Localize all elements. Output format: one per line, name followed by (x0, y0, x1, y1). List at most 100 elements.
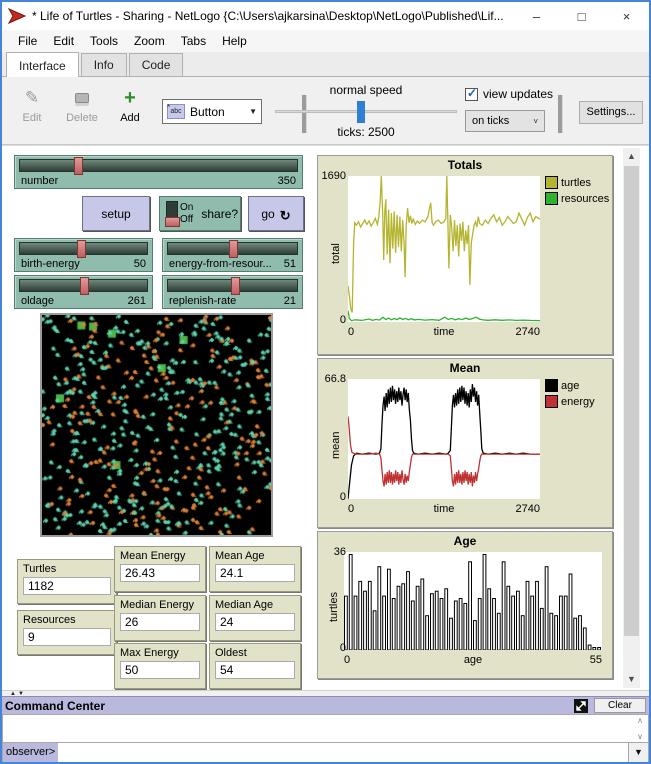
monitor-median-energy: Median Energy 26 (114, 595, 206, 641)
scrollbar-thumb[interactable] (624, 166, 639, 636)
legend-swatch (545, 192, 558, 205)
legend-swatch (545, 176, 558, 189)
output-scrollbar[interactable]: ∧ ∨ (633, 715, 647, 742)
slider-label: number (21, 175, 58, 187)
monitor-oldest: Oldest 54 (209, 643, 301, 689)
slider-label: replenish-rate (169, 295, 236, 307)
splitter-arrows-icon[interactable]: ▲▼ (10, 691, 26, 697)
go-button[interactable]: go ↻ (248, 196, 304, 231)
menu-zoom[interactable]: Zoom (126, 32, 173, 50)
slider-handle[interactable] (74, 157, 83, 175)
scroll-up-icon[interactable]: ∧ (637, 716, 643, 725)
monitor-value: 54 (215, 661, 295, 679)
plot-title: Mean (318, 359, 612, 375)
scroll-up-icon[interactable]: ▲ (623, 148, 640, 165)
toolbar: ✎ Edit Delete + Add abc Button ▼ normal … (2, 77, 649, 145)
share-switch[interactable]: On Off share? (159, 196, 241, 231)
checkbox-checked-icon[interactable] (465, 88, 478, 101)
legend-label: energy (561, 396, 595, 408)
slider-number[interactable]: number 350 (14, 155, 303, 189)
switch-track[interactable] (166, 201, 178, 227)
tab-bar: Interface Info Code (2, 52, 649, 77)
menu-tabs[interactable]: Tabs (173, 32, 214, 50)
expand-icon[interactable] (574, 699, 588, 713)
y-axis-min: 0 (320, 491, 346, 503)
menu-help[interactable]: Help (214, 32, 255, 50)
command-center-output[interactable]: ∧ ∨ (2, 714, 649, 743)
slider-label: energy-from-resour... (169, 258, 272, 270)
slider-value: 51 (284, 258, 296, 270)
widget-type-dropdown[interactable]: abc Button ▼ (162, 99, 262, 124)
legend-entry: energy (545, 395, 595, 408)
window-title: * Life of Turtles - Sharing - NetLogo {C… (32, 9, 504, 23)
speed-slider[interactable] (275, 110, 457, 113)
menu-file[interactable]: File (10, 32, 45, 50)
slider-value: 350 (278, 175, 296, 187)
slider-handle[interactable] (229, 240, 238, 258)
monitor-max-energy: Max Energy 50 (114, 643, 206, 689)
minimize-button[interactable]: – (514, 2, 559, 30)
menu-edit[interactable]: Edit (45, 32, 82, 50)
monitor-value: 1182 (23, 577, 111, 595)
plot-title: Totals (318, 156, 612, 172)
add-widget-button[interactable]: + Add (108, 87, 152, 124)
monitor-median-age: Median Age 24 (209, 595, 301, 641)
clear-button[interactable]: Clear (594, 698, 646, 713)
legend-label: resources (561, 193, 609, 205)
slider-energy-from-resource[interactable]: energy-from-resour... 51 (162, 238, 303, 272)
chevron-down-icon: ▼ (249, 107, 257, 116)
history-dropdown-icon[interactable]: ▼ (628, 743, 648, 762)
slider-handle[interactable] (80, 277, 89, 295)
tab-info[interactable]: Info (81, 53, 127, 76)
view-updates-checkbox[interactable]: view updates (465, 87, 553, 101)
x-axis-max: 2740 (504, 326, 540, 338)
slider-handle[interactable] (77, 240, 86, 258)
slider-handle[interactable] (231, 277, 240, 295)
button-widget-icon: abc (167, 104, 185, 119)
legend-swatch (545, 379, 558, 392)
switch-handle[interactable] (165, 217, 180, 227)
world-view[interactable] (40, 313, 273, 537)
eraser-icon (60, 87, 104, 109)
plot-mean: Mean 66.8 0 mean 0 time 2740 ageenergy (317, 358, 613, 528)
command-input[interactable] (58, 743, 628, 762)
slider-birth-energy[interactable]: birth-energy50 (14, 238, 153, 272)
monitor-value: 9 (23, 628, 111, 646)
scroll-down-icon[interactable]: ▼ (623, 671, 640, 688)
monitor-value: 24.1 (215, 564, 295, 582)
speed-slider-thumb[interactable] (357, 101, 365, 123)
legend-entry: age (545, 379, 595, 392)
menu-tools[interactable]: Tools (82, 32, 126, 50)
monitor-value: 24 (215, 613, 295, 631)
close-button[interactable]: × (604, 2, 649, 30)
tab-interface[interactable]: Interface (6, 52, 79, 77)
legend-label: turtles (561, 177, 591, 189)
maximize-button[interactable]: □ (559, 2, 604, 30)
world-canvas[interactable] (42, 315, 271, 535)
slider-value: 261 (128, 295, 146, 307)
plot-totals: Totals 1690 0 total 0 time 2740 turtlesr… (317, 155, 613, 355)
vertical-scrollbar[interactable]: ▲ ▼ (623, 148, 640, 688)
ticks-counter: ticks: 2500 (275, 125, 457, 139)
y-axis-min: 0 (320, 642, 346, 654)
monitor-resources: Resources 9 (17, 610, 117, 655)
legend-entry: turtles (545, 176, 609, 189)
observer-prompt: observer> (3, 743, 58, 762)
y-axis-min: 0 (320, 314, 346, 326)
netlogo-logo-icon (8, 8, 26, 24)
slider-value: 21 (284, 295, 296, 307)
speed-slider-label: normal speed (275, 83, 457, 97)
scroll-down-icon[interactable]: ∨ (637, 732, 643, 741)
delete-widget-button[interactable]: Delete (60, 87, 104, 124)
slider-replenish-rate[interactable]: replenish-rate 21 (162, 275, 303, 309)
monitor-value: 50 (120, 661, 200, 679)
setup-button[interactable]: setup (82, 196, 150, 231)
update-mode-dropdown[interactable]: on ticks ˅ (465, 110, 545, 132)
tab-code[interactable]: Code (129, 53, 184, 76)
slider-oldage[interactable]: oldage261 (14, 275, 153, 309)
slider-label: birth-energy (21, 258, 80, 270)
command-center-splitter[interactable]: ▲▼ (2, 690, 649, 696)
monitor-mean-energy: Mean Energy 26.43 (114, 546, 206, 592)
settings-button[interactable]: Settings... (579, 101, 643, 124)
edit-widget-button[interactable]: ✎ Edit (10, 87, 54, 124)
